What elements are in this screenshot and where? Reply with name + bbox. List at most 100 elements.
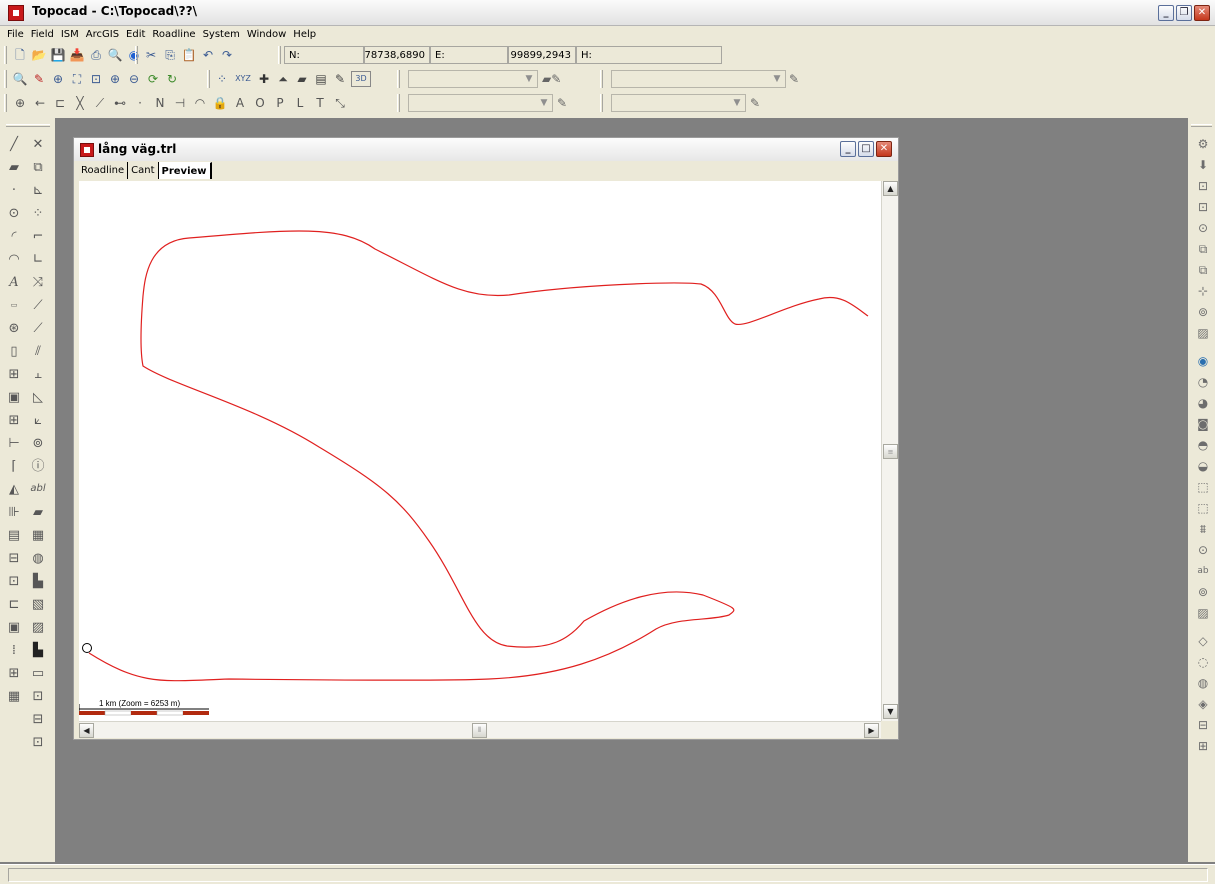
toolbar-grip[interactable] [4, 94, 7, 112]
angle-icon[interactable]: ⌈ [3, 456, 25, 476]
attribute-edit-icon[interactable]: ✎ [750, 96, 766, 110]
corner-icon[interactable]: ∟ [27, 249, 49, 269]
restore-button[interactable]: ❐ [1176, 5, 1192, 21]
code-combo[interactable]: ▼ [408, 94, 553, 112]
line-type-icon[interactable]: ⊟ [27, 709, 49, 729]
scroll-left-button[interactable]: ◀ [79, 723, 94, 738]
child-maximize-button[interactable]: □ [858, 141, 874, 157]
binoculars-icon[interactable]: ⩩ [1192, 519, 1214, 539]
curve-fit-icon[interactable]: ⟀ [27, 410, 49, 430]
crosshair-icon[interactable]: ✚ [256, 71, 272, 87]
info-point-icon[interactable]: ⊚ [1192, 582, 1214, 602]
scroll-right-button[interactable]: ▶ [864, 723, 879, 738]
new-file-icon[interactable]: 🗋 [12, 47, 28, 63]
app-icon[interactable] [8, 5, 24, 21]
zoom-in-icon[interactable]: ⊕ [50, 71, 66, 87]
extend-icon[interactable]: ⊾ [27, 180, 49, 200]
section-icon[interactable]: ⊟ [3, 548, 25, 568]
copy-layer-icon[interactable]: ⧉ [1192, 260, 1214, 280]
open-folder-icon[interactable]: 📂 [31, 47, 47, 63]
menu-arcgis[interactable]: ArcGIS [86, 29, 119, 40]
label-icon[interactable]: ⊙ [1192, 540, 1214, 560]
text-style-icon[interactable]: abl [27, 479, 49, 499]
object-info-icon[interactable]: ⊡ [1192, 197, 1214, 217]
zoom-all-icon[interactable]: ⊡ [88, 71, 104, 87]
layout-icon[interactable]: ▙ [27, 640, 49, 660]
resize-grip[interactable] [881, 721, 898, 738]
mirror-icon[interactable]: ◭ [3, 479, 25, 499]
cut-icon[interactable]: ✂ [143, 47, 159, 63]
document-icon[interactable] [80, 143, 94, 157]
lock-icon[interactable]: 🔒 [212, 95, 228, 111]
pencil-icon[interactable]: ✎ [332, 71, 348, 87]
snap-direction-icon[interactable]: ← [32, 95, 48, 111]
delete-icon[interactable]: ✕ [27, 134, 49, 154]
scroll-up-button[interactable]: ▲ [883, 181, 898, 196]
image-export-icon[interactable]: ▨ [1192, 603, 1214, 623]
snap-arc-icon[interactable]: ◠ [192, 95, 208, 111]
toolbar-grip[interactable] [4, 46, 7, 64]
palette-grip[interactable] [6, 124, 50, 127]
points-icon[interactable]: ⁘ [214, 71, 230, 87]
xyz-icon[interactable]: XYZ [233, 71, 253, 87]
child-close-button[interactable]: ✕ [876, 141, 892, 157]
text-icon[interactable]: A [3, 272, 25, 292]
snap-code-n[interactable]: N [152, 95, 168, 111]
copy-object-icon[interactable]: ⧉ [27, 157, 49, 177]
db-move-icon[interactable]: ◕ [1192, 393, 1214, 413]
point-icon[interactable]: · [3, 180, 25, 200]
tab-preview[interactable]: Preview [158, 162, 212, 179]
slash-icon[interactable]: ⟋ [27, 318, 49, 338]
surface-tool-icon[interactable]: ◇ [1192, 631, 1214, 651]
pan-icon[interactable]: ✎ [31, 71, 47, 87]
measure-icon[interactable]: ⊢ [3, 433, 25, 453]
menu-window[interactable]: Window [247, 29, 286, 40]
globe-icon[interactable]: ◍ [27, 548, 49, 568]
frame-icon[interactable]: ⊏ [3, 594, 25, 614]
snap-code-l[interactable]: L [292, 95, 308, 111]
copy-icon[interactable]: ⎘ [162, 47, 178, 63]
database-icon[interactable]: ◉ [1192, 351, 1214, 371]
refresh-icon[interactable]: ⟳ [145, 71, 161, 87]
preview-canvas[interactable]: 1 km (Zoom = 6253 m) [78, 181, 881, 721]
list-grid-icon[interactable]: ▦ [3, 686, 25, 706]
db-rotate-icon[interactable]: ◔ [1192, 372, 1214, 392]
object-properties-icon[interactable]: ⚙ [1192, 134, 1214, 154]
text-sample-icon[interactable]: ab [1192, 561, 1214, 581]
attribute-combo[interactable]: ▼ [611, 94, 746, 112]
properties-icon[interactable]: ⊡ [1192, 176, 1214, 196]
close-button[interactable]: ✕ [1194, 5, 1210, 21]
trim-icon[interactable]: ⤨ [27, 272, 49, 292]
line-icon[interactable]: ╱ [3, 134, 25, 154]
snap-code-a[interactable]: A [232, 95, 248, 111]
select-all-icon[interactable]: ⬚ [1192, 498, 1214, 518]
save-icon[interactable]: 💾 [50, 47, 66, 63]
snap-tangent-icon[interactable]: ⊣ [172, 95, 188, 111]
select-icon[interactable]: ⬚ [1192, 477, 1214, 497]
contour-edit-icon[interactable]: ◍ [1192, 673, 1214, 693]
arc-center-icon[interactable]: ◠ [3, 249, 25, 269]
snap-code-p[interactable]: P [272, 95, 288, 111]
minimize-button[interactable]: _ [1158, 5, 1174, 21]
palette-grip[interactable] [1191, 124, 1212, 127]
snap-code-t[interactable]: T [312, 95, 328, 111]
block-icon[interactable]: ⊞ [3, 410, 25, 430]
matrix-icon[interactable]: ▦ [27, 525, 49, 545]
export-icon[interactable]: ⊡ [27, 732, 49, 752]
surface-icon[interactable]: ⏶ [275, 71, 291, 87]
dimension-icon[interactable]: ▭ [3, 295, 25, 315]
snap-point-icon[interactable]: · [132, 95, 148, 111]
panel-icon[interactable]: ▣ [3, 617, 25, 637]
contour-icon[interactable]: ◌ [1192, 652, 1214, 672]
redraw-icon[interactable]: ↻ [164, 71, 180, 87]
group-icon[interactable]: ⊙ [1192, 218, 1214, 238]
zoom-plus-icon[interactable]: ⊕ [107, 71, 123, 87]
three-d-icon[interactable]: 3D [351, 71, 371, 87]
print-icon[interactable]: ⎙ [88, 47, 104, 63]
import-icon[interactable]: 📥 [69, 47, 85, 63]
sheet-icon[interactable]: ▧ [27, 594, 49, 614]
undo-icon[interactable]: ↶ [200, 47, 216, 63]
info-icon[interactable]: ⓘ [27, 456, 49, 476]
polygon-icon[interactable]: ▰ [3, 157, 25, 177]
db-edit-icon[interactable]: ◒ [1192, 456, 1214, 476]
